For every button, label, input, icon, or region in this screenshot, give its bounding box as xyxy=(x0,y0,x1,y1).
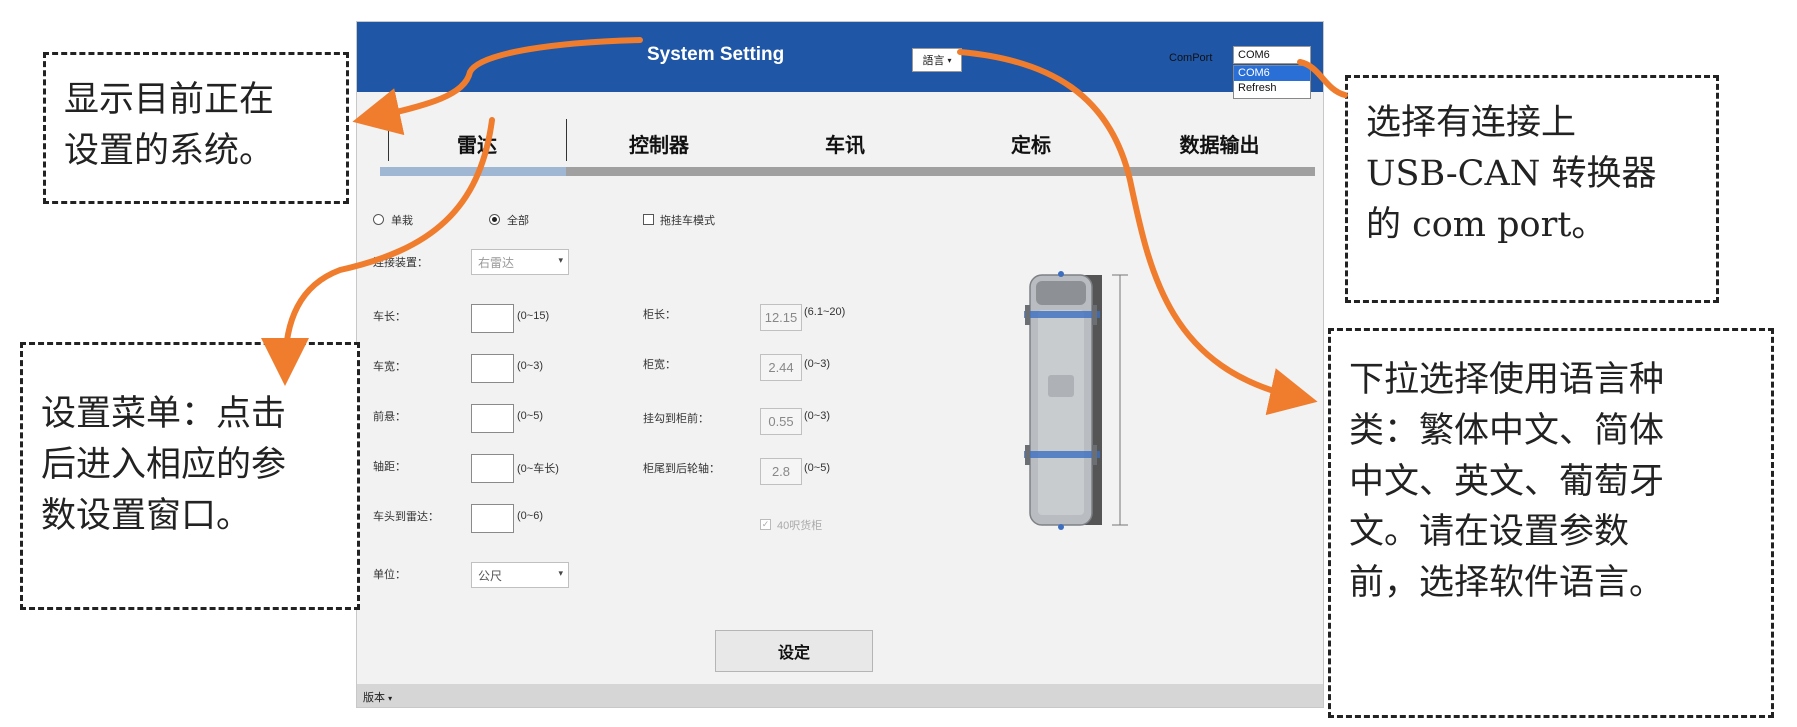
unit-select-value: 公尺 xyxy=(478,568,503,583)
radio-all-label: 全部 xyxy=(507,215,529,227)
chevron-down-icon: ▾ xyxy=(947,55,952,65)
app-title: System Setting xyxy=(647,44,785,65)
settings-tabs: 雷达 控制器 车讯 定标 数据输出 xyxy=(380,119,1315,181)
van-windshield xyxy=(1036,281,1086,305)
comport-dropdown-list: COM6 Refresh xyxy=(1233,65,1311,99)
callout-line: 中文、英文、葡萄牙 xyxy=(1349,461,1665,502)
tab-calibration[interactable]: 定标 xyxy=(938,119,1124,167)
rear-marker xyxy=(1058,524,1064,530)
trailer-mode-label: 拖挂车模式 xyxy=(660,215,715,227)
callout-line: USB-CAN 转换器 xyxy=(1366,153,1657,194)
apply-button[interactable]: 设定 xyxy=(715,630,873,672)
callout-line: 设置菜单：点击 xyxy=(41,394,287,434)
app-window: System Setting 語言 ▾ ComPort COM6 COM6 Re… xyxy=(356,21,1324,708)
container-length-label: 柜长： xyxy=(643,309,676,321)
vehicle-width-range: (0~3) xyxy=(517,360,543,372)
language-select-value: 語言 xyxy=(922,55,945,67)
head-to-radar-range: (0~6) xyxy=(517,510,543,522)
front-marker xyxy=(1058,271,1064,277)
radio-single[interactable] xyxy=(373,214,384,225)
hook-to-container-input[interactable]: 0.55 xyxy=(760,408,802,435)
comport-select-value: COM6 xyxy=(1238,49,1270,61)
wheelbase-range: (0~车长) xyxy=(517,463,559,475)
trailer-mode-checkbox[interactable] xyxy=(643,214,654,225)
callout-line: 类：繁体中文、简体 xyxy=(1349,410,1665,451)
container-length-input[interactable]: 12.15 xyxy=(760,304,802,331)
callout-line: 的 com port。 xyxy=(1366,204,1607,245)
unit-select[interactable]: 公尺 ▾ xyxy=(471,562,569,588)
container-width-input[interactable]: 2.44 xyxy=(760,354,802,381)
container-width-range: (0~3) xyxy=(804,358,830,370)
chevron-down-icon: ▾ xyxy=(558,255,563,265)
head-to-radar-input[interactable] xyxy=(471,504,514,533)
tab-vehicle-info[interactable]: 车讯 xyxy=(752,119,938,167)
callout-line: 下拉选择使用语言种 xyxy=(1349,360,1665,400)
radio-all[interactable] xyxy=(489,214,500,225)
front-overhang-input[interactable] xyxy=(471,404,514,433)
comport-option-refresh[interactable]: Refresh xyxy=(1234,81,1310,96)
wheelbase-input[interactable] xyxy=(471,454,514,483)
unit-label: 单位： xyxy=(373,569,406,581)
tab-radar[interactable]: 雷达 xyxy=(388,119,566,167)
van-top-view-image xyxy=(1022,265,1142,530)
front-overhang-label: 前悬： xyxy=(373,411,406,423)
callout-line: 选择有连接上 xyxy=(1366,103,1577,143)
device-select-value: 右雷达 xyxy=(478,255,515,270)
container-40ft-checkbox[interactable]: ✓ xyxy=(760,519,771,530)
van-wheel xyxy=(1092,445,1097,465)
vehicle-width-label: 车宽： xyxy=(373,361,406,373)
container-tail-label: 柜尾到后轮轴： xyxy=(643,463,720,475)
van-wheel xyxy=(1025,305,1030,325)
hook-to-container-label: 挂勾到柜前： xyxy=(643,413,709,425)
container-tail-range: (0~5) xyxy=(804,462,830,474)
rear-axle xyxy=(1024,451,1100,458)
comport-select[interactable]: COM6 xyxy=(1233,46,1311,64)
van-wheel xyxy=(1092,305,1097,325)
device-label: 连接装置： xyxy=(373,257,428,269)
language-select[interactable]: 語言 ▾ xyxy=(912,48,962,72)
tab-controller[interactable]: 控制器 xyxy=(566,119,752,167)
status-bar: 版本 ▾ xyxy=(357,684,1323,707)
container-tail-input[interactable]: 2.8 xyxy=(760,458,802,485)
callout-line: 数设置窗口。 xyxy=(41,495,252,536)
van-wheel xyxy=(1025,445,1030,465)
callout-language: 下拉选择使用语言种 类：繁体中文、简体 中文、英文、葡萄牙 文。请在设置参数 前… xyxy=(1328,328,1774,718)
vehicle-length-range: (0~15) xyxy=(517,310,550,322)
callout-line: 后进入相应的参 xyxy=(41,444,287,485)
vehicle-length-label: 车长： xyxy=(373,311,406,323)
version-label: 版本 xyxy=(363,692,385,704)
van-diagram xyxy=(1024,271,1128,530)
callout-settings-menu: 设置菜单：点击 后进入相应的参 数设置窗口。 xyxy=(20,342,360,610)
comport-option-com6[interactable]: COM6 xyxy=(1234,66,1310,81)
head-to-radar-label: 车头到雷达： xyxy=(373,511,439,523)
container-width-label: 柜宽： xyxy=(643,359,676,371)
van-roof-hatch xyxy=(1048,375,1074,397)
front-overhang-range: (0~5) xyxy=(517,410,543,422)
chevron-down-icon: ▾ xyxy=(558,568,563,578)
version-menu[interactable]: 版本 ▾ xyxy=(363,689,392,705)
wheelbase-label: 轴距： xyxy=(373,461,406,473)
title-bar: System Setting 語言 ▾ ComPort COM6 COM6 Re… xyxy=(357,22,1323,99)
hook-to-container-range: (0~3) xyxy=(804,410,830,422)
tab-active-indicator xyxy=(380,167,566,176)
radio-single-label: 单栽 xyxy=(391,215,413,227)
container-40ft-label: 40呎货柜 xyxy=(777,520,823,532)
callout-line: 设置的系统。 xyxy=(64,130,275,171)
callout-system-display: 显示目前正在 设置的系统。 xyxy=(43,52,349,204)
callout-line: 前，选择软件语言。 xyxy=(1349,563,1665,603)
vehicle-width-input[interactable] xyxy=(471,354,514,383)
device-select[interactable]: 右雷达 ▾ xyxy=(471,249,569,275)
tab-data-output[interactable]: 数据输出 xyxy=(1124,119,1315,167)
callout-com-port: 选择有连接上 USB-CAN 转换器 的 com port。 xyxy=(1345,75,1719,303)
container-length-range: (6.1~20) xyxy=(804,306,846,318)
vehicle-length-input[interactable] xyxy=(471,304,514,333)
van-roof xyxy=(1038,310,1084,515)
callout-line: 显示目前正在 xyxy=(64,80,275,120)
comport-label: ComPort xyxy=(1169,52,1213,64)
front-axle xyxy=(1024,311,1100,318)
chevron-down-icon: ▾ xyxy=(388,694,393,703)
callout-line: 文。请在设置参数 xyxy=(1349,512,1630,553)
